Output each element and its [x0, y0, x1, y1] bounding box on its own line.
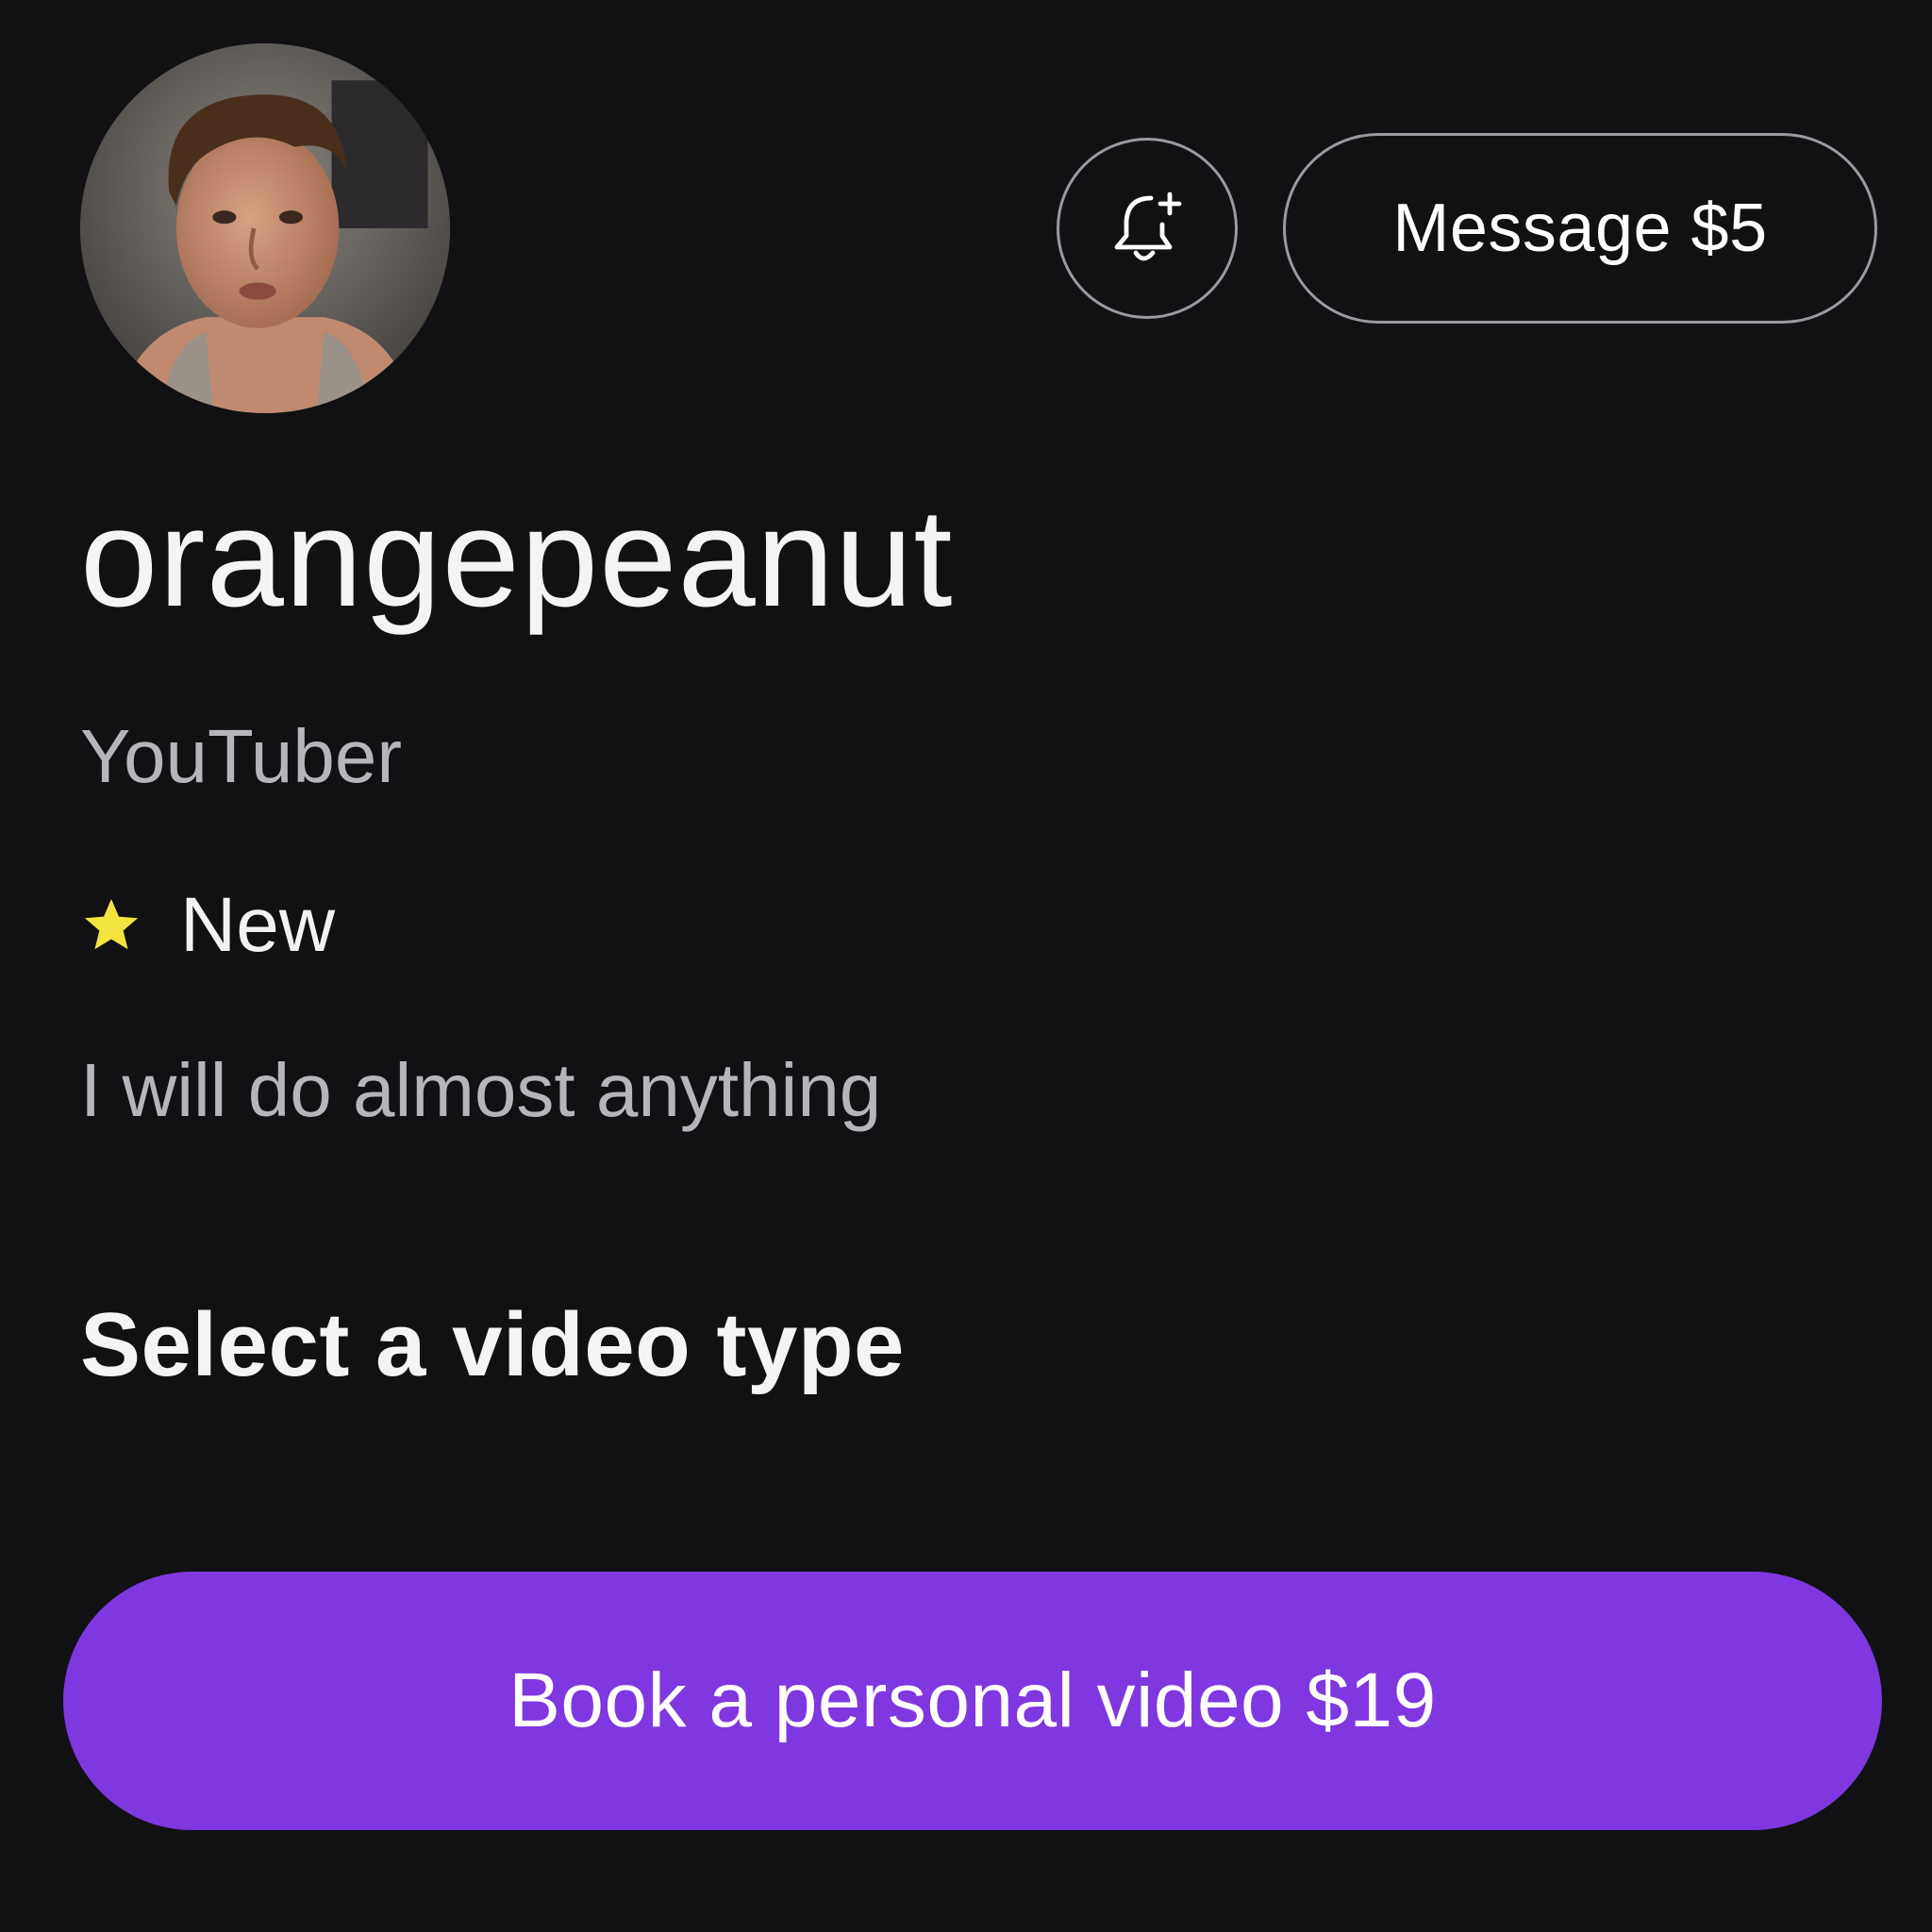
avatar[interactable]	[80, 43, 450, 413]
creator-category: YouTuber	[80, 714, 403, 798]
notify-bell-button[interactable]	[1057, 138, 1238, 319]
rating-row: New	[80, 883, 335, 968]
book-video-button[interactable]: Book a personal video $19	[63, 1572, 1882, 1830]
rating-label: New	[180, 882, 336, 968]
bio-text: I will do almost anything	[80, 1048, 882, 1132]
username: orangepeanut	[80, 480, 954, 636]
video-type-heading: Select a video type	[80, 1294, 905, 1395]
bell-plus-icon	[1114, 192, 1182, 261]
profile-page: Message $5 orangepeanut YouTuber New I w…	[0, 0, 1932, 1932]
message-button[interactable]: Message $5	[1283, 133, 1877, 324]
avatar-photo	[80, 43, 450, 413]
star-icon	[84, 898, 139, 950]
